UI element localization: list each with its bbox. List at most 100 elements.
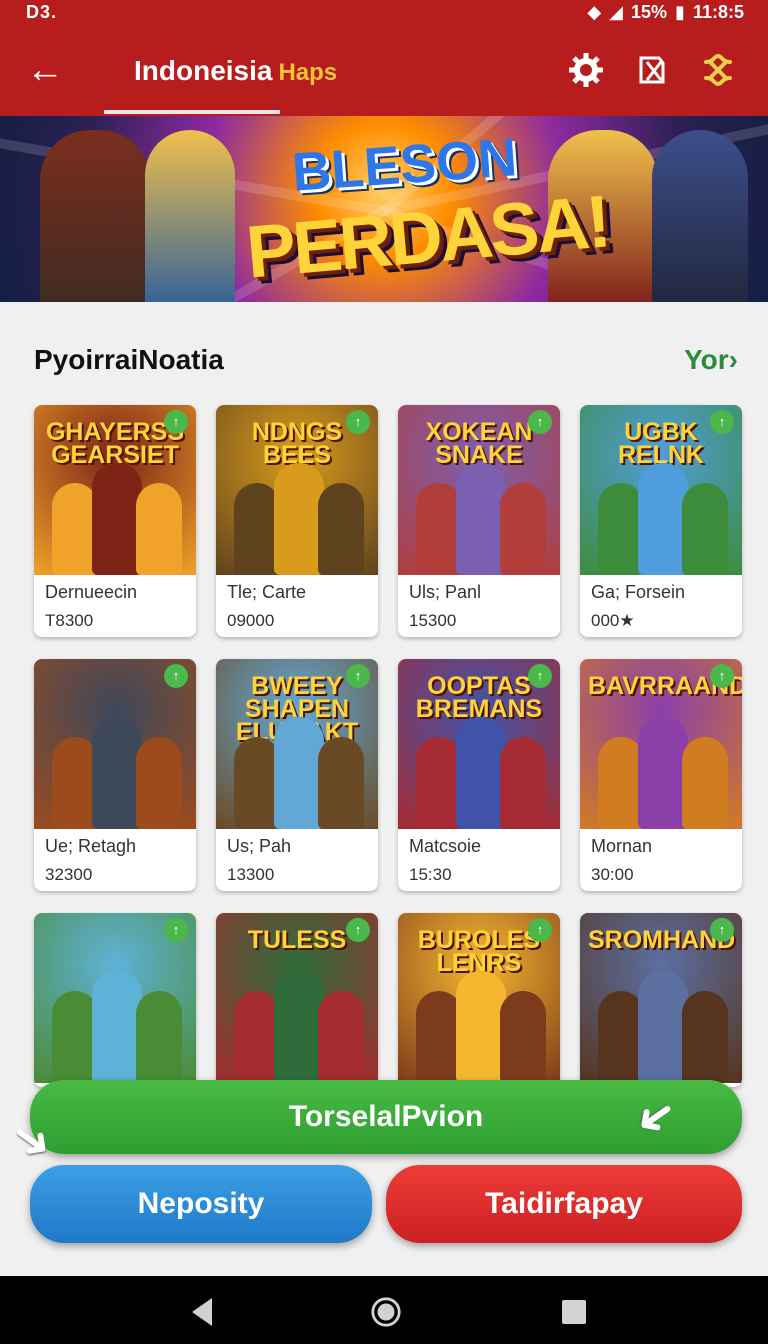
game-meta: Tle; Carte 09000 — [216, 575, 378, 637]
game-name: Ga; Forsein — [591, 582, 686, 602]
game-meta: Ue; Retagh 32300 — [34, 829, 196, 891]
game-character — [638, 463, 688, 575]
game-meta: Matcsoie 15:30 — [398, 829, 560, 891]
game-character — [638, 971, 688, 1083]
game-count: 13300 — [227, 865, 275, 884]
wifi-icon: ◆ — [587, 2, 602, 22]
section-title: PyoirraiNoatia — [34, 344, 224, 375]
game-thumbnail[interactable]: UGBK RELNK ↑ — [580, 405, 742, 575]
game-thumbnail[interactable]: GHAYERSS GEARSIET ↑ — [34, 405, 196, 575]
game-thumbnail[interactable]: NDNGS BEES ↑ — [216, 405, 378, 575]
promo-banner[interactable]: BLESON PERDASA! — [0, 116, 768, 302]
game-card[interactable]: XOKEAN SNAKE ↑ Uls; Panl 15300 — [398, 405, 560, 637]
game-card[interactable]: UGBK RELNK ↑ Ga; Forsein 000★ — [580, 405, 742, 637]
game-card[interactable]: ↑ — [34, 913, 196, 1087]
game-character — [318, 737, 364, 829]
game-name: Ue; Retagh — [45, 836, 137, 856]
game-character — [638, 717, 688, 829]
game-name: Us; Pah — [227, 836, 292, 856]
game-character — [500, 483, 546, 575]
payment-button[interactable]: Taidirfapay — [386, 1165, 742, 1243]
game-character — [274, 717, 324, 829]
battery-percentage: 15% — [631, 2, 668, 22]
status-right: ◆ ◢ 15% ▮ 11:8:5 — [587, 2, 744, 23]
game-name: Matcsoie — [409, 836, 482, 856]
settings-icon[interactable] — [566, 50, 606, 90]
system-navigation-bar — [0, 1276, 768, 1344]
game-character — [456, 971, 506, 1083]
title-accent: Haps — [278, 59, 338, 86]
new-badge-icon: ↑ — [528, 918, 552, 942]
game-card[interactable]: NDNGS BEES ↑ Tle; Carte 09000 — [216, 405, 378, 637]
game-count: 000★ — [591, 611, 635, 630]
game-thumbnail[interactable]: ↑ — [34, 913, 196, 1083]
game-card[interactable]: GHAYERSS GEARSIET ↑ Dernueecin T8300 — [34, 405, 196, 637]
game-meta: Mornan 30:00 — [580, 829, 742, 891]
status-left: D3. — [26, 2, 58, 22]
game-thumbnail[interactable]: XOKEAN SNAKE ↑ — [398, 405, 560, 575]
game-character — [274, 971, 324, 1083]
game-card[interactable]: BWEEY SHAPEN ELUMAKT ↑ Us; Pah 13300 — [216, 659, 378, 891]
game-count: T8300 — [45, 611, 94, 630]
deposit-button[interactable]: Neposity — [30, 1165, 372, 1243]
game-count: 15:30 — [409, 865, 452, 884]
game-character — [682, 991, 728, 1083]
game-thumbnail[interactable]: TULESS ↑ — [216, 913, 378, 1083]
game-character — [92, 971, 142, 1083]
game-thumbnail[interactable]: SROMHAND ↑ — [580, 913, 742, 1083]
new-badge-icon: ↑ — [346, 664, 370, 688]
game-meta: Uls; Panl 15300 — [398, 575, 560, 637]
tools-icon[interactable] — [698, 50, 738, 90]
app-title: Indoneisia — [134, 55, 273, 86]
signal-icon: ◢ — [609, 2, 624, 22]
hero-character — [40, 130, 150, 302]
game-thumbnail[interactable]: OOPTAS BREMANS ↑ — [398, 659, 560, 829]
game-count: 30:00 — [591, 865, 634, 884]
game-name: Mornan — [591, 836, 653, 856]
game-name: Dernueecin — [45, 582, 138, 602]
see-more-link[interactable]: Yor› — [684, 344, 738, 376]
new-badge-icon: ↑ — [164, 918, 188, 942]
game-character — [136, 483, 182, 575]
game-character — [92, 717, 142, 829]
game-card[interactable]: SROMHAND ↑ — [580, 913, 742, 1087]
game-character — [682, 483, 728, 575]
game-character — [92, 463, 142, 575]
game-thumbnail[interactable]: ↑ — [34, 659, 196, 829]
nav-recent-apps-icon[interactable] — [558, 1296, 590, 1328]
back-icon[interactable]: ← — [26, 48, 70, 92]
game-card[interactable]: OOPTAS BREMANS ↑ Matcsoie 15:30 — [398, 659, 560, 891]
nav-back-icon[interactable] — [186, 1296, 218, 1328]
game-name: Tle; Carte — [227, 582, 307, 602]
new-badge-icon: ↑ — [164, 664, 188, 688]
new-badge-icon: ↑ — [346, 918, 370, 942]
game-character — [274, 463, 324, 575]
game-thumbnail[interactable]: BAVRRAAND ↑ — [580, 659, 742, 829]
new-badge-icon: ↑ — [710, 664, 734, 688]
page-title: Indoneisia Haps — [134, 55, 337, 87]
hero-character — [145, 130, 235, 302]
game-card[interactable]: TULESS ↑ — [216, 913, 378, 1087]
game-meta: Ga; Forsein 000★ — [580, 575, 742, 637]
new-badge-icon: ↑ — [528, 664, 552, 688]
new-badge-icon: ↑ — [710, 918, 734, 942]
game-meta: Us; Pah 13300 — [216, 829, 378, 891]
game-count: 32300 — [45, 865, 93, 884]
status-time: 11:8:5 — [692, 2, 744, 22]
game-character — [456, 463, 506, 575]
game-count: 15300 — [409, 611, 457, 630]
game-character — [682, 737, 728, 829]
game-card[interactable]: BUROLES LENRS ↑ — [398, 913, 560, 1087]
active-tab-indicator — [104, 110, 280, 114]
share-icon[interactable] — [632, 50, 672, 90]
game-thumbnail[interactable]: BUROLES LENRS ↑ — [398, 913, 560, 1083]
new-badge-icon: ↑ — [346, 410, 370, 434]
game-character — [136, 737, 182, 829]
game-thumbnail[interactable]: BWEEY SHAPEN ELUMAKT ↑ — [216, 659, 378, 829]
game-character — [500, 737, 546, 829]
game-card[interactable]: ↑ Ue; Retagh 32300 — [34, 659, 196, 891]
game-card[interactable]: BAVRRAAND ↑ Mornan 30:00 — [580, 659, 742, 891]
new-badge-icon: ↑ — [710, 410, 734, 434]
game-character — [318, 991, 364, 1083]
nav-home-icon[interactable] — [370, 1296, 402, 1328]
